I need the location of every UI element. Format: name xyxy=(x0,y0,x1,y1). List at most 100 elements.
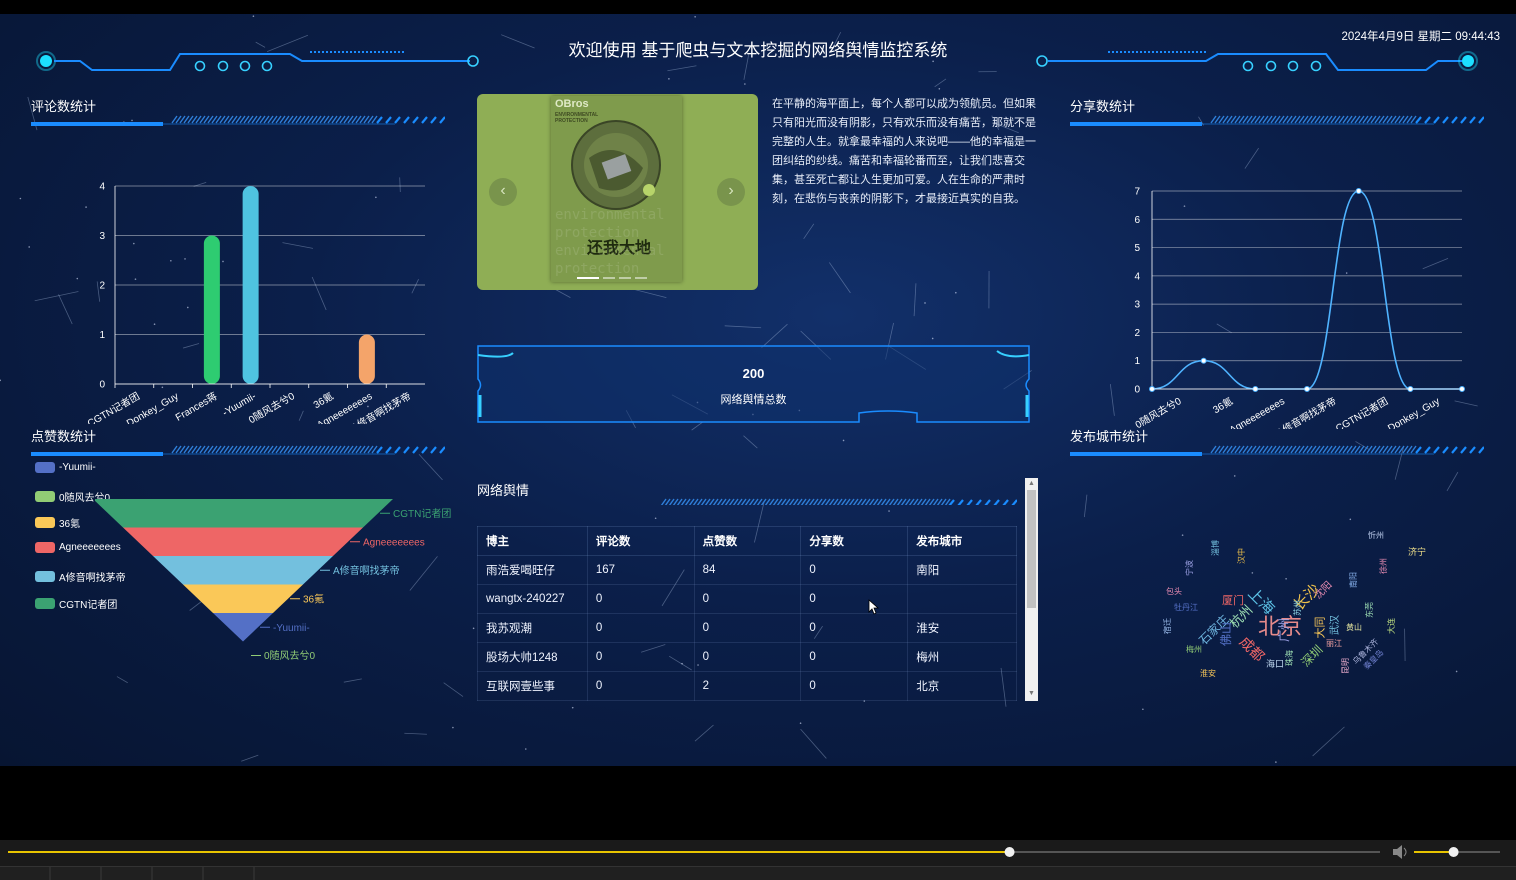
table-row[interactable]: 我苏观潮 0 0 0 淮安 xyxy=(477,613,1017,643)
dashboard-stage: 欢迎使用 基于爬虫与文本挖掘的网络舆情监控系统 2024年4月9日 星期二 09… xyxy=(0,14,1516,766)
wordcloud-word: 武汉 xyxy=(1330,615,1341,635)
scrollbar-thumb[interactable] xyxy=(1027,490,1036,608)
y-tick-label: 6 xyxy=(1134,215,1140,226)
carousel-prev-button[interactable]: ‹ xyxy=(489,178,517,206)
legend-swatch xyxy=(35,462,55,473)
opinion-table-container[interactable]: 博主 评论数 点赞数 分享数 发布城市 雨浩爱喝旺仔 167 84 0 南阳 wangtx-240… xyxy=(477,526,1017,701)
funnel-label: CGTN记者团 xyxy=(393,508,451,520)
carousel-dot[interactable] xyxy=(619,277,631,279)
table-cell: 0 xyxy=(586,613,695,643)
table-row[interactable]: 互联网壹些事 0 2 0 北京 xyxy=(477,671,1017,701)
y-tick-label: 4 xyxy=(99,182,105,193)
bar xyxy=(242,186,259,384)
wordcloud-word: 深圳 xyxy=(1298,642,1326,670)
wordcloud-word: 丽江 xyxy=(1326,639,1342,648)
chevron-left-icon: ‹ xyxy=(500,182,506,199)
wordcloud-word: 包头 xyxy=(1166,587,1182,596)
wordcloud-word: 济宁 xyxy=(1408,547,1427,557)
y-tick-label: 0 xyxy=(99,380,105,391)
table-cell: 雨浩爱喝旺仔 xyxy=(477,555,588,585)
table-cell: 北京 xyxy=(907,671,1017,701)
table-header-row: 博主 评论数 点赞数 分享数 发布城市 xyxy=(477,526,1017,556)
carousel-dot-active[interactable] xyxy=(577,277,599,279)
table-row[interactable]: 雨浩爱喝旺仔 167 84 0 南阳 xyxy=(477,555,1017,585)
column-header[interactable]: 点赞数 xyxy=(693,526,802,556)
table-cell: 0 xyxy=(693,642,802,672)
table-cell: 0 xyxy=(800,642,909,672)
funnel-label: Agneeeeeees xyxy=(363,537,425,548)
x-tick-label: Donkey_Guy xyxy=(1386,396,1442,429)
legend-label: -Yuumii- xyxy=(59,462,96,473)
column-header[interactable]: 分享数 xyxy=(800,526,909,556)
legend-swatch xyxy=(35,517,55,529)
table-cell: 0 xyxy=(586,642,695,672)
funnel-label: 0随风去兮0 xyxy=(264,649,316,662)
column-header[interactable]: 评论数 xyxy=(586,526,695,556)
column-header[interactable]: 发布城市 xyxy=(907,526,1017,556)
legend-swatch xyxy=(35,570,55,582)
column-header[interactable]: 博主 xyxy=(477,526,588,556)
legend-swatch xyxy=(35,490,55,502)
table-cell: 0 xyxy=(693,613,802,643)
table-row[interactable]: wangtx-240227 0 0 0 xyxy=(477,584,1017,614)
table-cell: 0 xyxy=(800,613,909,643)
scroll-down-icon[interactable]: ▼ xyxy=(1028,690,1035,697)
table-cell: 淮安 xyxy=(907,613,1017,643)
player-footer xyxy=(0,866,1516,880)
legend-swatch xyxy=(35,597,55,609)
comments-bar-chart: 01234CGTN记者团Donkey_GuyFrances蒋 -Yuumii-0随… xyxy=(85,182,425,424)
carousel-next-button[interactable]: › xyxy=(717,178,745,206)
wordcloud-word: 黄山 xyxy=(1346,623,1362,632)
total-count-box: 200 网络舆情总数 xyxy=(477,345,1030,423)
share-series-line xyxy=(1151,190,1462,390)
cover-top-text: OBros xyxy=(555,98,589,110)
x-tick-label: 36氪 xyxy=(311,389,336,411)
y-tick-label: 7 xyxy=(1134,187,1140,198)
y-tick-label: 1 xyxy=(99,330,105,341)
share-data-point xyxy=(1200,357,1207,364)
scroll-up-icon[interactable]: ▲ xyxy=(1028,480,1035,487)
table-cell: 84 xyxy=(693,555,802,585)
header-right-decoration xyxy=(1036,51,1478,72)
y-tick-label: 5 xyxy=(1134,243,1140,254)
wordcloud-word: 徐州 xyxy=(1379,558,1388,574)
wordcloud-word: 梅州 xyxy=(1186,645,1202,654)
x-tick-label: CGTN记者团 xyxy=(1334,395,1391,429)
legend-item[interactable]: -Yuumii- xyxy=(35,462,96,476)
total-box-frame xyxy=(477,345,1030,423)
cities-title-bar xyxy=(1070,445,1484,456)
share-data-point xyxy=(1355,188,1362,194)
shares-title-bar xyxy=(1070,115,1484,126)
table-cell: 0 xyxy=(586,671,695,701)
chevron-right-icon: › xyxy=(728,182,734,199)
bar xyxy=(203,235,220,384)
table-cell: 南阳 xyxy=(907,555,1017,585)
carousel-dot[interactable] xyxy=(635,277,647,279)
y-tick-label: 2 xyxy=(1134,328,1140,339)
opinion-table: 博主 评论数 点赞数 分享数 发布城市 雨浩爱喝旺仔 167 84 0 南阳 wangtx-240… xyxy=(477,526,1017,701)
datetime-display: 2024年4月9日 星期二 09:44:43 xyxy=(1341,31,1500,43)
table-row[interactable]: 股场大帅1248 0 0 0 梅州 xyxy=(477,642,1017,672)
y-tick-label: 3 xyxy=(1134,300,1140,311)
table-cell: 0 xyxy=(586,584,695,614)
image-carousel[interactable]: OBros ENVIRONMENTAL PROTECTION 还我大地 envi… xyxy=(477,94,758,290)
table-cell: 0 xyxy=(800,671,909,701)
wordcloud-word: 忻州 xyxy=(1368,531,1384,540)
funnel-label: A修音啊找茅帝 xyxy=(333,564,400,577)
page-title: 欢迎使用 基于爬虫与文本挖掘的网络舆情监控系统 xyxy=(568,41,948,60)
likes-funnel-chart: CGTN记者团 Agneeeeeees A修音啊找茅帝 36氪 -Yuumii- 0随风去… xyxy=(95,499,451,662)
wordcloud-word: 淮安 xyxy=(1200,669,1216,678)
total-count-value: 200 xyxy=(742,366,765,381)
table-scrollbar[interactable]: ▲ ▼ xyxy=(1025,478,1038,701)
table-cell: 我苏观潮 xyxy=(477,613,588,643)
y-tick-label: 3 xyxy=(99,231,105,242)
wordcloud-word: 南阳 xyxy=(1349,572,1358,588)
legend-item[interactable]: 36氪 xyxy=(35,515,80,530)
speaker-icon xyxy=(1393,845,1407,859)
earth-illustration xyxy=(571,120,661,210)
carousel-dot[interactable] xyxy=(603,277,615,279)
header-left-decoration xyxy=(36,51,479,72)
table-cell: 股场大帅1248 xyxy=(477,642,588,672)
wordcloud-word: 宁波 xyxy=(1185,560,1194,576)
wordcloud-word: 东莞 xyxy=(1365,602,1374,618)
